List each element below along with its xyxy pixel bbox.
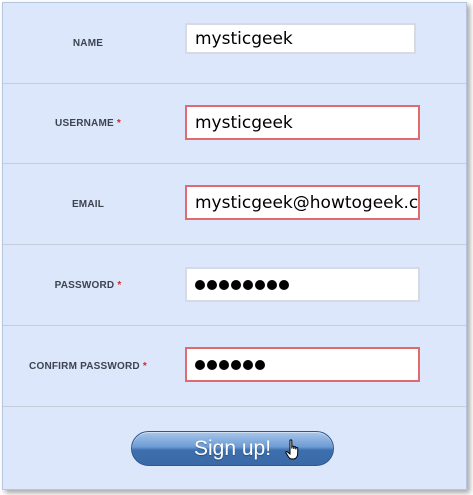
form-row-password: PASSWORD * bbox=[3, 245, 466, 326]
confirm-password-required-star: * bbox=[142, 360, 147, 372]
password-mask-dot bbox=[195, 359, 205, 370]
signup-form-panel: NAME USERNAME * EMAIL PASSWORD * CONFIRM… bbox=[2, 2, 467, 490]
password-mask-dot bbox=[207, 359, 217, 370]
password-mask-dot bbox=[243, 359, 253, 370]
username-label: USERNAME * bbox=[3, 83, 173, 163]
confirm-password-label: CONFIRM PASSWORD * bbox=[3, 326, 173, 406]
password-mask-dot bbox=[231, 359, 241, 370]
password-mask-dot bbox=[243, 279, 253, 290]
password-mask-dot bbox=[267, 279, 277, 290]
form-row-name: NAME bbox=[3, 3, 466, 84]
sign-up-button-label: Sign up! bbox=[193, 436, 272, 460]
confirm-password-label-text: CONFIRM PASSWORD bbox=[29, 360, 140, 372]
username-label-text: USERNAME bbox=[55, 117, 114, 129]
form-row-username: USERNAME * bbox=[3, 83, 466, 164]
username-required-star: * bbox=[116, 117, 121, 129]
email-field[interactable] bbox=[185, 185, 420, 220]
password-mask-dot bbox=[219, 279, 229, 290]
form-row-confirm-password: CONFIRM PASSWORD * bbox=[3, 326, 466, 407]
password-mask-dot bbox=[231, 279, 241, 290]
password-field[interactable] bbox=[185, 267, 420, 302]
confirm-password-field[interactable] bbox=[185, 347, 420, 382]
name-label: NAME bbox=[3, 3, 173, 83]
password-mask-dot bbox=[279, 279, 289, 290]
form-row-email: EMAIL bbox=[3, 164, 466, 245]
password-mask-dot bbox=[207, 279, 217, 290]
password-mask-dot bbox=[195, 279, 205, 290]
password-mask-dot bbox=[255, 359, 265, 370]
email-label-text: EMAIL bbox=[71, 198, 105, 210]
username-field[interactable] bbox=[185, 105, 420, 140]
password-label: PASSWORD * bbox=[3, 245, 173, 325]
name-field[interactable] bbox=[185, 23, 416, 54]
email-label: EMAIL bbox=[3, 164, 173, 244]
password-mask-dot bbox=[255, 279, 265, 290]
hand-pointer-icon bbox=[285, 439, 299, 460]
password-label-text: PASSWORD bbox=[54, 279, 115, 291]
name-label-text: NAME bbox=[72, 37, 104, 49]
password-mask-dot bbox=[219, 359, 229, 370]
sign-up-button[interactable]: Sign up! bbox=[131, 431, 334, 466]
password-required-star: * bbox=[117, 279, 122, 291]
